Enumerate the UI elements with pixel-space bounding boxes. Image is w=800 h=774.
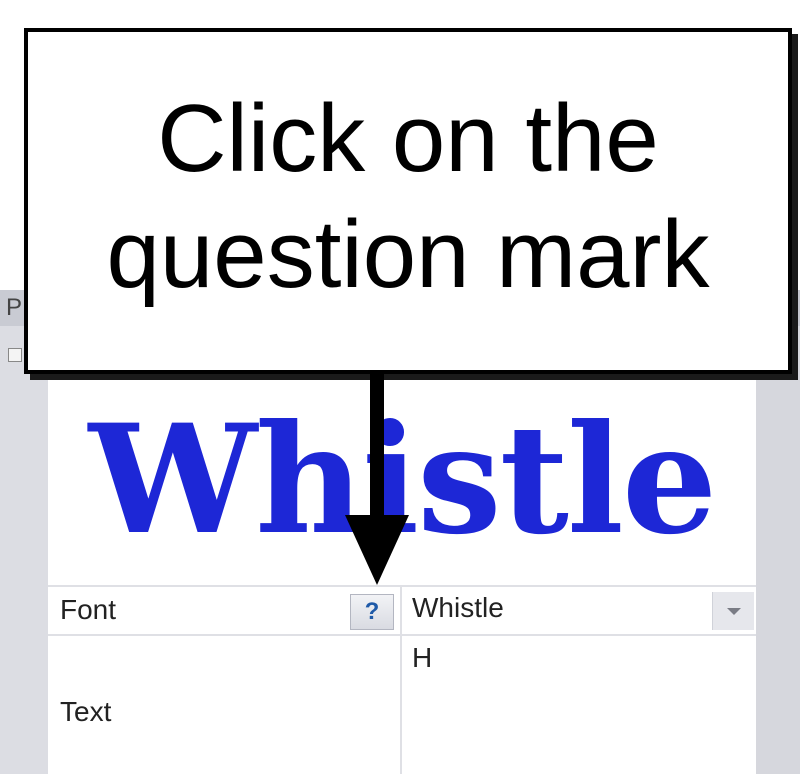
grid-divider	[48, 634, 756, 636]
expand-collapse-icon[interactable]	[8, 348, 22, 362]
pointer-arrow-icon	[345, 515, 409, 585]
text-property-input[interactable]: H	[412, 642, 432, 674]
chevron-down-icon	[726, 607, 741, 615]
pointer-arrow-shaft	[370, 372, 384, 522]
font-help-button[interactable]: ?	[350, 594, 394, 630]
font-dropdown-value[interactable]: Whistle	[412, 592, 504, 624]
grid-divider	[48, 585, 756, 587]
font-property-label: Font	[60, 594, 117, 625]
question-mark-icon: ?	[364, 598, 380, 625]
text-property-label: Text	[60, 696, 112, 727]
tutorial-callout: Click on the question mark	[24, 28, 792, 374]
grid-column-divider	[400, 585, 402, 774]
font-dropdown-button[interactable]	[712, 592, 754, 630]
callout-text: Click on the question mark	[106, 85, 710, 308]
